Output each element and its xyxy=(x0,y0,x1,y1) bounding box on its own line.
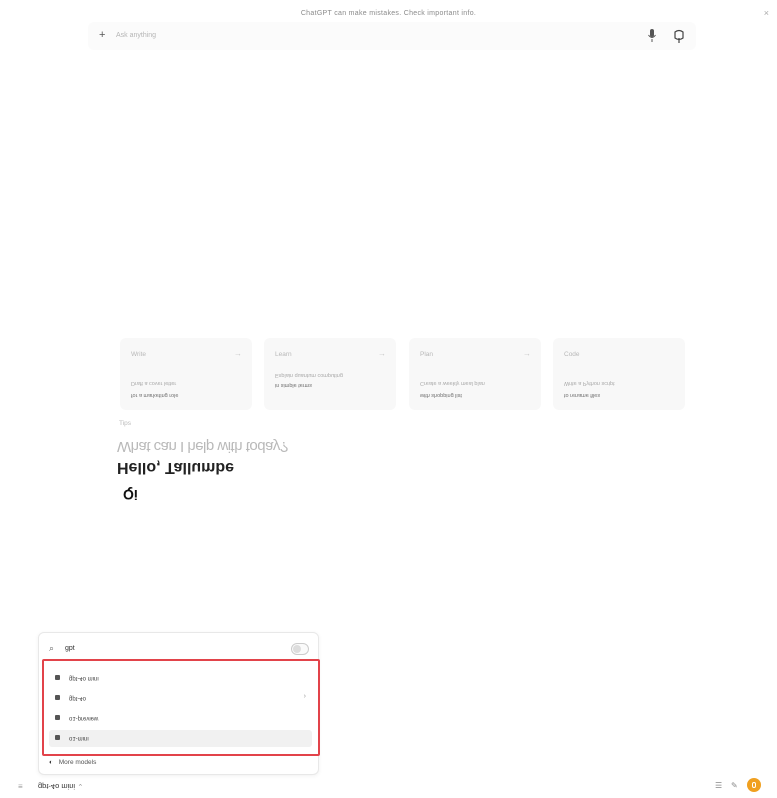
disclaimer-text: ChatGPT can make mistakes. Check importa… xyxy=(300,10,477,17)
suggestion-cards: Write → Draft a cover letter for a marke… xyxy=(120,338,685,410)
suggestion-card[interactable]: Plan → Create a weekly meal plan with sh… xyxy=(409,338,541,410)
model-switcher[interactable]: gpt-4o mini ⌄ xyxy=(38,782,84,791)
card-line: Write a Python script xyxy=(564,380,615,386)
arrow-icon: → xyxy=(523,349,531,358)
suggestion-card[interactable]: Write → Draft a cover letter for a marke… xyxy=(120,338,252,410)
card-line: with shopping list xyxy=(420,392,462,398)
disclaimer-banner: ChatGPT can make mistakes. Check importa… xyxy=(0,10,777,17)
microphone-icon[interactable] xyxy=(647,28,657,44)
chevron-down-icon: ⌄ xyxy=(77,782,84,791)
model-switcher-label: gpt-4o mini xyxy=(38,782,76,791)
hero-title: Hello, Tallumbe xyxy=(117,459,235,476)
suggestion-card[interactable]: Code Write a Python script to rename fil… xyxy=(553,338,685,410)
card-line: to rename files xyxy=(564,392,601,398)
model-list: gpt-4o mini gpt-4o › o1-preview o1-mini xyxy=(42,659,320,756)
model-option[interactable]: gpt-4o › xyxy=(49,690,312,707)
model-option-label: o1-mini xyxy=(69,735,89,741)
plus-icon[interactable]: + xyxy=(99,29,105,41)
arrow-icon: → xyxy=(234,349,242,358)
card-title: Learn xyxy=(275,351,292,358)
model-icon xyxy=(55,715,60,720)
models-icon: ◐ xyxy=(49,759,53,766)
composer-placeholder[interactable]: Ask anything xyxy=(116,32,156,39)
orange-avatar-icon[interactable] xyxy=(747,778,761,792)
model-option-selected[interactable]: o1-mini xyxy=(49,730,312,747)
list-icon[interactable]: ☰ xyxy=(715,781,722,790)
message-composer[interactable]: + Ask anything xyxy=(88,22,696,50)
card-title: Plan xyxy=(420,351,434,358)
more-models-link[interactable]: ◐ More models xyxy=(49,759,96,766)
toggle-switch[interactable] xyxy=(291,643,309,655)
more-models-label: More models xyxy=(58,759,97,766)
arrow-icon: → xyxy=(378,349,386,358)
chevron-right-icon[interactable]: › xyxy=(304,693,306,700)
card-line: for a marketing role xyxy=(131,392,179,398)
model-icon xyxy=(55,695,60,700)
model-option-label: o1-preview xyxy=(69,715,99,721)
model-option-label: gpt-4o mini xyxy=(69,675,99,681)
model-picker-popover: ⌕ gpt gpt-4o mini gpt-4o › o1-preview o1… xyxy=(38,632,320,775)
footer-actions: ☰ ✎ xyxy=(715,778,763,794)
hero-subtitle: What can I help with today? xyxy=(117,438,288,455)
model-option-label: gpt-4o xyxy=(69,695,87,701)
suggestion-card[interactable]: Learn → Explain quantum computing in sim… xyxy=(264,338,396,410)
model-search[interactable]: ⌕ gpt xyxy=(47,641,309,657)
card-title: Write xyxy=(131,351,147,358)
menu-icon[interactable]: ≡ xyxy=(18,782,23,791)
notes-icon[interactable]: ✎ xyxy=(731,781,738,790)
card-line: Explain quantum computing xyxy=(275,372,343,378)
card-title: Code xyxy=(564,351,580,358)
card-line: Draft a cover letter xyxy=(131,380,177,386)
hint-text: Tips xyxy=(119,420,132,427)
model-option[interactable]: o1-preview xyxy=(49,710,312,727)
voice-mode-icon[interactable] xyxy=(672,28,686,44)
app-logo: Qi xyxy=(123,487,138,503)
search-icon: ⌕ xyxy=(49,643,55,653)
close-icon[interactable]: × xyxy=(764,8,769,18)
card-line: Create a weekly meal plan xyxy=(420,380,485,386)
model-option[interactable]: gpt-4o mini xyxy=(49,670,312,687)
model-icon xyxy=(55,735,60,740)
model-icon xyxy=(55,675,60,680)
model-search-input[interactable]: gpt xyxy=(65,645,75,652)
card-line: in simple terms xyxy=(275,382,312,388)
